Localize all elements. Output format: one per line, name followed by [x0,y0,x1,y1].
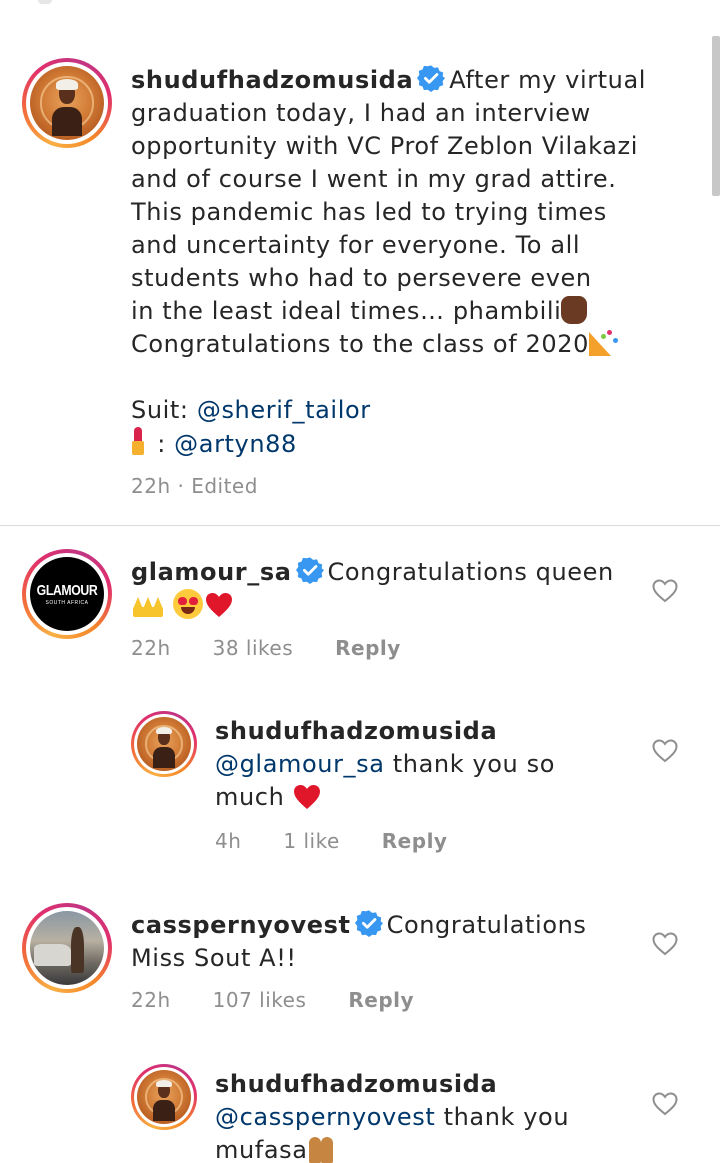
reply-username[interactable]: shudufhadzomusida [215,717,497,745]
reply-button[interactable]: Reply [348,988,414,1012]
caption-text: shudufhadzomusida After my virtual gradua… [131,64,691,461]
reply-button[interactable]: Reply [382,829,448,853]
comment-timestamp: 22h [131,636,171,660]
top-edge [38,0,52,4]
reply-button[interactable]: Reply [335,636,401,660]
makeup-separator: : [149,430,175,458]
caption-line: and uncertainty for everyone. To all [131,231,581,259]
crown-emoji-icon [131,595,165,619]
red-heart-emoji-icon [206,593,232,617]
verified-badge-icon [295,557,324,584]
comment-username[interactable]: glamour_sa [131,558,292,586]
scrollbar[interactable] [712,36,720,196]
makeup-mention-link[interactable]: @artyn88 [174,430,297,458]
reply-avatar[interactable] [131,711,197,777]
party-popper-emoji-icon [588,328,619,356]
caption-line: students who had to persevere even [131,264,592,292]
comment-body-continued: Miss Sout A!! [131,944,297,972]
reply-body: thank you so [384,750,555,778]
reply-likes[interactable]: 1 like [283,829,339,853]
comment-meta: 22h 107 likes Reply [131,988,456,1012]
reply-timestamp: 4h [215,829,242,853]
comment-likes[interactable]: 38 likes [213,636,294,660]
reply-text: shudufhadzomusida @casspernyovest thank … [215,1068,645,1163]
reply-username[interactable]: shudufhadzomusida [215,1070,497,1098]
heart-eyes-emoji-icon [173,589,203,619]
comment-body: Congratulations [386,911,587,939]
comment-username[interactable]: casspernyovest [131,911,351,939]
reply-mention-link[interactable]: @casspernyovest [215,1103,435,1131]
reply-meta: 4h 1 like Reply [215,829,489,853]
comment-likes[interactable]: 107 likes [213,988,307,1012]
lipstick-emoji-icon [131,427,145,455]
caption-line: graduation today, I had an interview [131,99,591,127]
comment-text: glamour_sa Congratulations queen [131,556,631,622]
folded-hands-emoji-icon [308,1135,334,1163]
comment-timestamp: 22h [131,988,171,1012]
comment-body: Congratulations queen [327,558,614,586]
suit-mention-link[interactable]: @sherif_tailor [197,396,371,424]
comment-meta: 22h 38 likes Reply [131,636,443,660]
post-meta: 22h · Edited [131,474,300,498]
comment-avatar[interactable] [22,903,112,993]
verified-badge-icon [354,910,383,937]
post-author-username[interactable]: shudufhadzomusida [131,66,413,94]
like-heart-icon[interactable] [652,1092,678,1116]
reply-text: shudufhadzomusida @glamour_sa thank you … [215,715,645,814]
reply-mention-link[interactable]: @glamour_sa [215,750,385,778]
caption-line: Congratulations to the class of 2020 [131,330,589,358]
like-heart-icon[interactable] [652,739,678,763]
raised-fist-emoji-icon [561,296,588,324]
caption-line: opportunity with VC Prof Zeblon Vilakazi [131,132,638,160]
suit-label: Suit: [131,396,197,424]
reply-body-continued: mufasa [215,1136,308,1163]
verified-badge-icon [417,65,446,92]
caption-line: This pandemic has led to trying times [131,198,607,226]
reply-body-continued: much [215,783,293,811]
caption-line: and of course I went in my grad attire. [131,165,617,193]
reply-avatar[interactable] [131,1064,197,1130]
like-heart-icon[interactable] [652,932,678,956]
reply-body: thank you [435,1103,570,1131]
red-heart-emoji-icon [293,785,320,809]
caption-line: After my virtual [449,66,647,94]
post-author-avatar[interactable] [22,58,112,148]
glamour-logo-subtext: SOUTH AFRICA [45,600,89,606]
divider [0,525,720,526]
like-heart-icon[interactable] [652,579,678,603]
post-timestamp: 22h · Edited [131,474,258,498]
caption-line: in the least ideal times… phambili [131,297,562,325]
comment-avatar[interactable]: GLAMOUR SOUTH AFRICA [22,549,112,639]
glamour-logo-text: GLAMOUR [36,582,98,599]
comment-text: casspernyovest Congratulations Miss Sout … [131,909,631,975]
